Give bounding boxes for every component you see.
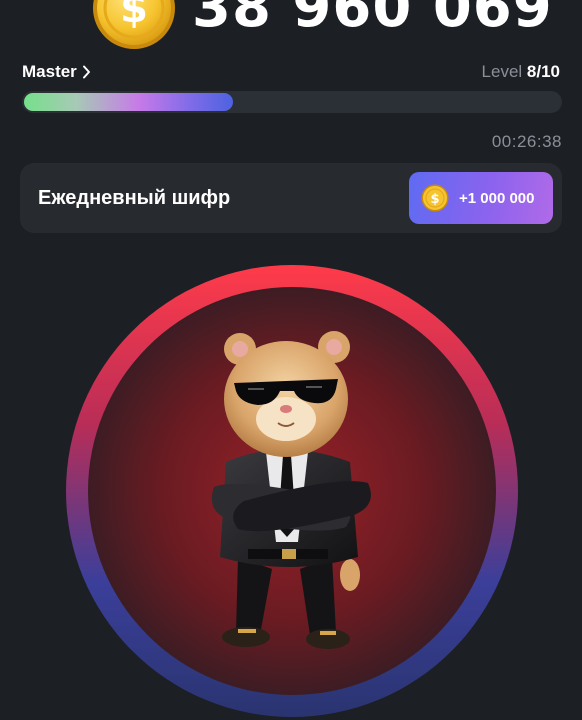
level-prefix: Level bbox=[481, 62, 523, 81]
daily-cipher-title: Ежедневный шифр bbox=[38, 186, 231, 209]
rank-link[interactable]: Master bbox=[22, 62, 91, 82]
svg-text:$: $ bbox=[430, 192, 439, 207]
rank-label: Master bbox=[22, 62, 77, 81]
balance-amount: 38 960 069 bbox=[192, 0, 553, 40]
level-value: 8/10 bbox=[526, 62, 560, 81]
dollar-coin-icon: $ bbox=[421, 184, 449, 212]
chevron-right-icon bbox=[82, 65, 90, 79]
tap-area-inner bbox=[88, 287, 496, 695]
level-progress-fill bbox=[24, 93, 234, 111]
dollar-coin-icon: $ bbox=[93, 0, 175, 49]
balance-display: $ 38 960 069 bbox=[92, 0, 553, 50]
daily-cipher-card[interactable]: Ежедневный шифр $ +1 000 000 bbox=[20, 163, 562, 233]
level-indicator: Level 8/10 bbox=[482, 62, 560, 82]
hamster-in-suit-icon bbox=[211, 331, 371, 649]
level-progress-bar bbox=[22, 91, 562, 113]
daily-cipher-reward: +1 000 000 bbox=[459, 189, 535, 207]
daily-cipher-reward-button[interactable]: $ +1 000 000 bbox=[409, 172, 553, 224]
tap-area[interactable] bbox=[66, 265, 518, 717]
svg-text:$: $ bbox=[120, 0, 148, 32]
level-row: Master Level 8/10 bbox=[22, 60, 560, 84]
cipher-timer: 00:26:38 bbox=[491, 132, 562, 151]
